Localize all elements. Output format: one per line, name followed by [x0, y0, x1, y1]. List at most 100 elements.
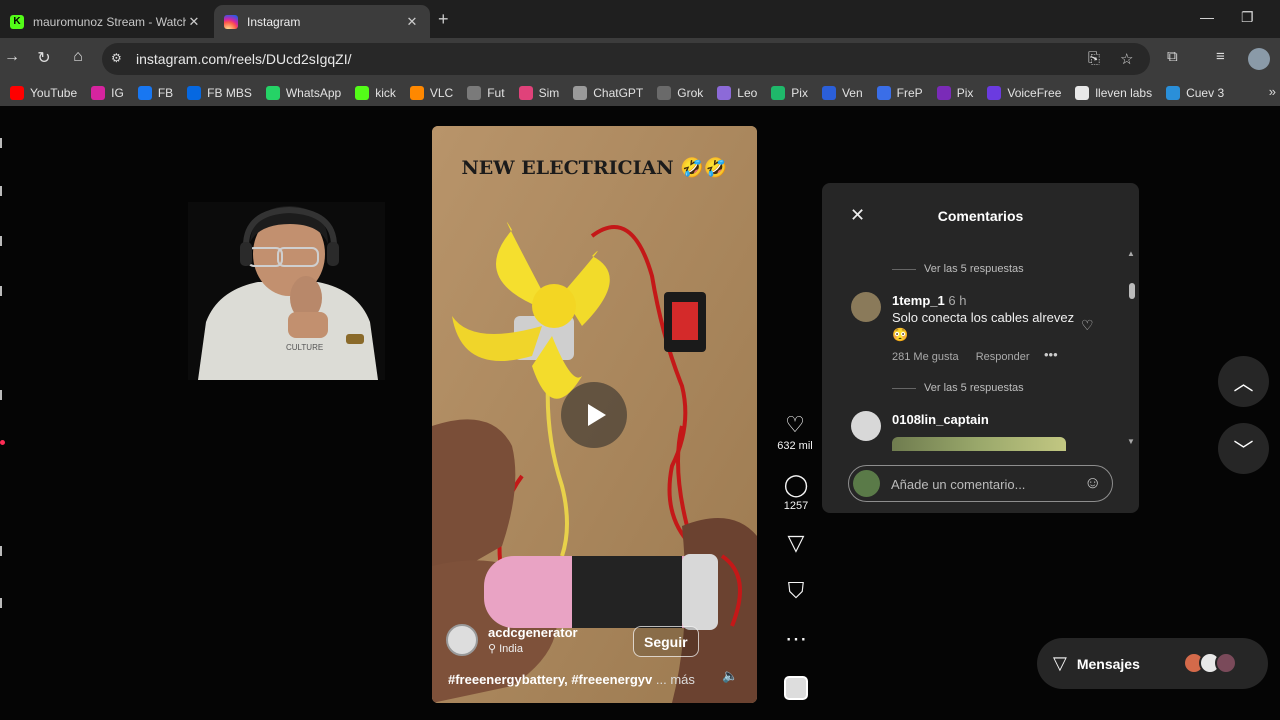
bookmark-item[interactable]: Ven [821, 86, 863, 100]
forward-icon[interactable]: → [2, 48, 22, 66]
reply-link[interactable]: Responder [976, 351, 1030, 363]
leftnav-item[interactable] [0, 236, 2, 246]
view-replies-link[interactable]: Ver las 5 respuestas [892, 263, 1024, 275]
comment-username[interactable]: 0108lin_captain [892, 412, 989, 427]
comment-input[interactable] [891, 473, 1071, 495]
bookmark-item[interactable]: ChatGPT [573, 86, 643, 100]
bookmark-item[interactable]: IG [91, 86, 124, 100]
bookmark-item[interactable]: Pix [771, 86, 808, 100]
bookmark-label: Grok [677, 86, 704, 100]
extensions-icon[interactable]: ⧉ [1167, 48, 1178, 65]
close-tab-icon[interactable]: ✕ [186, 14, 202, 30]
tab-instagram[interactable]: Instagram ✕ [214, 5, 430, 38]
caption-more-link[interactable]: ... más [656, 672, 695, 687]
reel-caption[interactable]: #freeenergybattery, #freeenergyv ... más [448, 672, 695, 687]
follow-button[interactable]: Seguir [633, 626, 699, 657]
media-control-icon[interactable]: ≡ [1216, 48, 1225, 65]
comment-username[interactable]: 1temp_1 6 h [892, 293, 966, 308]
url-text[interactable]: instagram.com/reels/DUcd2sIgqZI/ [136, 51, 352, 67]
restore-icon[interactable]: ❐ [1241, 9, 1254, 26]
bookmark-icon[interactable]: ⛉ [776, 578, 816, 604]
comment-action[interactable]: ◯ 1257 [776, 472, 816, 512]
bookmark-item[interactable]: Cuev 3 [1166, 86, 1224, 100]
bookmark-item[interactable]: FB MBS [187, 86, 252, 100]
more-bookmarks-icon[interactable]: » [1269, 84, 1276, 99]
emoji-icon[interactable]: ☺ [1084, 473, 1101, 493]
bookmark-item[interactable]: YouTube [10, 86, 77, 100]
comment-bubble-icon[interactable]: ◯ [776, 472, 816, 498]
leftnav-item[interactable] [0, 286, 2, 296]
close-tab-icon[interactable]: ✕ [404, 14, 420, 30]
bookmark-star-icon[interactable]: ☆ [1120, 50, 1133, 68]
bookmark-item[interactable]: Pix [936, 86, 973, 100]
bookmark-favicon-icon [409, 86, 424, 100]
tab-kick-stream[interactable]: K mauromunoz Stream - Watch Li ✕ [0, 5, 212, 38]
play-button[interactable] [561, 382, 627, 448]
comment-like-count[interactable]: 281 Me gusta [892, 351, 959, 363]
view-replies-link[interactable]: Ver las 5 respuestas [892, 382, 1024, 394]
bookmark-item[interactable]: WhatsApp [265, 86, 342, 100]
messages-button[interactable]: ▽ Mensajes [1037, 638, 1268, 689]
bookmark-item[interactable]: VoiceFree [987, 86, 1061, 100]
bookmark-label: WhatsApp [285, 86, 342, 100]
audio-thumbnail[interactable] [784, 676, 808, 700]
messages-label: Mensajes [1076, 655, 1140, 672]
paper-plane-icon[interactable]: ▽ [776, 530, 816, 556]
bookmark-item[interactable]: Leo [717, 86, 757, 100]
reel-author[interactable]: acdcgenerator ⚲ India [446, 624, 578, 656]
omnibox[interactable]: ⚙ instagram.com/reels/DUcd2sIgqZI/ ⎘ ☆ [102, 43, 1150, 75]
scrollbar-thumb[interactable] [1129, 283, 1135, 299]
author-username[interactable]: acdcgenerator [488, 625, 578, 640]
bookmark-item[interactable]: Sim [518, 86, 559, 100]
bookmark-item[interactable]: Grok [657, 86, 703, 100]
previous-reel-button[interactable]: ︿ [1218, 356, 1269, 407]
location-text[interactable]: India [499, 643, 523, 655]
minimize-icon[interactable]: — [1200, 9, 1214, 25]
leftnav-item[interactable] [0, 138, 2, 148]
plus-icon[interactable]: + [438, 9, 449, 30]
bookmark-favicon-icon [657, 86, 672, 100]
leftnav-item[interactable] [0, 390, 2, 400]
next-reel-button[interactable]: ﹀ [1218, 423, 1269, 474]
like-action[interactable]: ♡ 632 mil [775, 412, 815, 452]
bookmark-item[interactable]: FreP [876, 86, 923, 100]
author-location[interactable]: ⚲ India [488, 642, 578, 655]
leftnav-item[interactable] [0, 186, 2, 196]
comment-avatar[interactable] [851, 411, 881, 441]
bookmark-label: Leo [737, 86, 758, 100]
bookmark-item[interactable]: kick [355, 86, 396, 100]
username-text[interactable]: 1temp_1 [892, 293, 945, 308]
notification-dot [0, 440, 5, 445]
bookmark-item[interactable]: FB [137, 86, 174, 100]
bookmark-item[interactable]: VLC [409, 86, 454, 100]
site-info-icon[interactable]: ⚙ [111, 51, 122, 65]
reload-icon[interactable]: ↻ [34, 48, 54, 68]
bookmark-label: VLC [429, 86, 454, 100]
reel-video[interactable]: NEW ELECTRICIAN 🤣🤣 acdcgenerator ⚲ India… [432, 126, 757, 703]
bookmark-favicon-icon [355, 86, 370, 100]
author-avatar[interactable] [446, 624, 478, 656]
profile-avatar[interactable] [1248, 48, 1270, 70]
save-action[interactable]: ⛉ [776, 578, 816, 604]
more-options-icon[interactable]: ⋯ [776, 626, 816, 652]
install-app-icon[interactable]: ⎘ [1088, 50, 1100, 67]
comment-time: 6 h [948, 293, 967, 308]
bookmark-favicon-icon [573, 86, 588, 100]
leftnav-item[interactable] [0, 598, 2, 608]
share-action[interactable]: ▽ [776, 530, 816, 556]
home-icon[interactable]: ⌂ [68, 48, 88, 66]
bookmark-item[interactable]: lleven labs [1075, 86, 1152, 100]
comment-more-icon[interactable]: ••• [1044, 347, 1058, 362]
volume-icon[interactable]: 🔈 [722, 668, 738, 684]
comment-like-heart-icon[interactable]: ♡ [1081, 317, 1094, 334]
comment-avatar[interactable] [851, 292, 881, 322]
bookmark-favicon-icon [265, 86, 280, 100]
scroll-down-arrow[interactable]: ▼ [1127, 437, 1135, 446]
scroll-up-arrow[interactable]: ▲ [1127, 249, 1135, 258]
comment-image[interactable] [892, 437, 1066, 451]
leftnav-item[interactable] [0, 546, 2, 556]
bookmark-item[interactable]: Fut [467, 86, 505, 100]
heart-icon[interactable]: ♡ [775, 412, 815, 438]
bookmark-label: FB [157, 86, 174, 100]
more-action[interactable]: ⋯ [776, 626, 816, 652]
